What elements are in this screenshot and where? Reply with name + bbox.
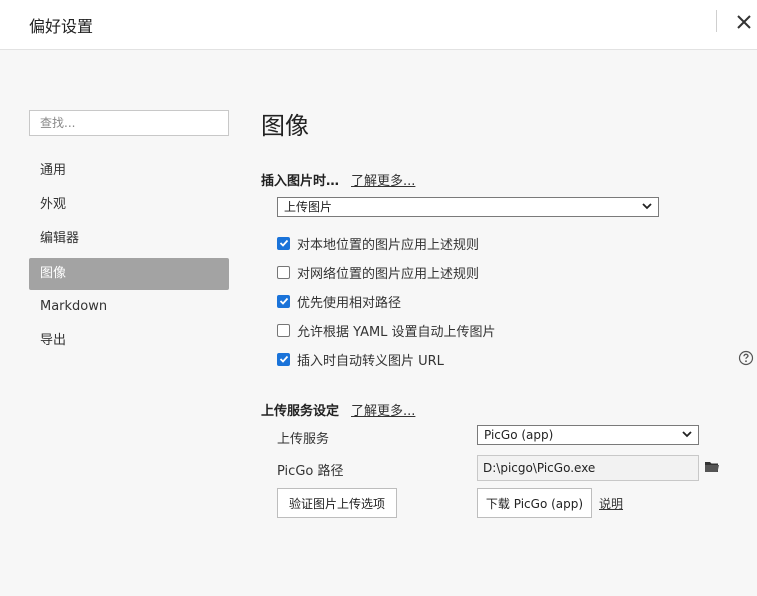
upload-service-select[interactable]: PicGo (app): [477, 425, 699, 445]
sidebar-item-markdown[interactable]: Markdown: [29, 291, 229, 323]
checkbox-unchecked[interactable]: [277, 265, 290, 279]
checkbox-apply-local[interactable]: 对本地位置的图片应用上述规则: [277, 234, 480, 253]
check-icon: [279, 239, 288, 247]
window-title: 偏好设置: [29, 17, 94, 36]
picgo-path-label: PicGo 路径: [277, 464, 344, 479]
folder-icon[interactable]: [704, 460, 720, 474]
chevron-down-icon: [642, 203, 652, 210]
checkbox-checked[interactable]: [277, 236, 290, 250]
checkbox-yaml-upload[interactable]: 允许根据 YAML 设置自动上传图片: [277, 321, 496, 340]
upload-service-value: PicGo (app): [484, 428, 554, 442]
insert-action-value: 上传图片: [284, 200, 333, 214]
sidebar-item-general[interactable]: 通用: [29, 155, 229, 187]
help-icon[interactable]: [738, 350, 754, 366]
close-button[interactable]: [731, 8, 757, 36]
checkbox-label: 插入时自动转义图片 URL: [297, 353, 444, 369]
insert-section-label: 插入图片时…: [261, 174, 340, 189]
check-icon: [279, 355, 288, 363]
checkbox-label: 优先使用相对路径: [297, 295, 402, 311]
checkbox-unchecked[interactable]: [277, 323, 290, 337]
sidebar-item-editor[interactable]: 编辑器: [29, 223, 229, 255]
check-icon: [279, 297, 288, 305]
download-picgo-button[interactable]: 下载 PicGo (app): [477, 488, 592, 518]
checkbox-escape-url[interactable]: 插入时自动转义图片 URL: [277, 350, 444, 369]
insert-action-select[interactable]: 上传图片: [277, 197, 659, 217]
checkbox-label: 允许根据 YAML 设置自动上传图片: [297, 324, 496, 340]
close-icon: [737, 15, 751, 29]
upload-service-label: 上传服务: [277, 432, 330, 447]
title-divider: [716, 10, 717, 32]
upload-learn-more-link[interactable]: 了解更多...: [351, 400, 415, 419]
checkbox-apply-network[interactable]: 对网络位置的图片应用上述规则: [277, 263, 480, 282]
chevron-down-icon: [682, 431, 692, 438]
sidebar-item-image[interactable]: 图像: [29, 258, 229, 290]
sidebar-item-appearance[interactable]: 外观: [29, 189, 229, 221]
explain-link[interactable]: 说明: [599, 495, 623, 512]
checkbox-checked[interactable]: [277, 352, 290, 366]
checkbox-label: 对网络位置的图片应用上述规则: [297, 266, 480, 282]
checkbox-relative-path[interactable]: 优先使用相对路径: [277, 292, 402, 311]
checkbox-checked[interactable]: [277, 294, 290, 308]
insert-learn-more-link[interactable]: 了解更多...: [351, 170, 415, 189]
verify-upload-button[interactable]: 验证图片上传选项: [277, 488, 397, 518]
picgo-path-input[interactable]: [477, 455, 699, 481]
upload-section-label: 上传服务设定: [261, 404, 340, 419]
sidebar-item-export[interactable]: 导出: [29, 325, 229, 357]
checkbox-label: 对本地位置的图片应用上述规则: [297, 237, 480, 253]
page-title: 图像: [261, 112, 309, 140]
search-input[interactable]: [29, 110, 229, 136]
title-bar: 偏好设置: [0, 0, 757, 50]
